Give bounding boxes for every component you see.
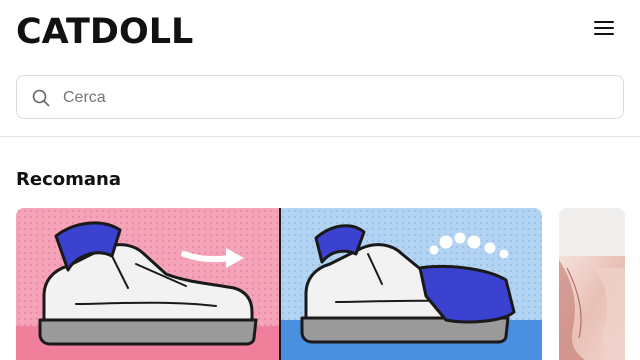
top-header: CATDOLL xyxy=(0,0,640,137)
search-bar[interactable] xyxy=(16,75,624,119)
menu-button[interactable] xyxy=(590,16,618,40)
partial-product-photo xyxy=(559,208,625,360)
hamburger-menu-icon xyxy=(594,21,614,23)
search-icon xyxy=(32,89,50,107)
site-logo[interactable]: CATDOLL xyxy=(16,10,193,54)
sneaker-cleaning-illustration xyxy=(16,208,542,360)
product-card[interactable] xyxy=(559,208,625,360)
section-title: Recomana xyxy=(16,169,121,190)
search-input[interactable] xyxy=(61,84,605,112)
product-card[interactable] xyxy=(16,208,542,360)
